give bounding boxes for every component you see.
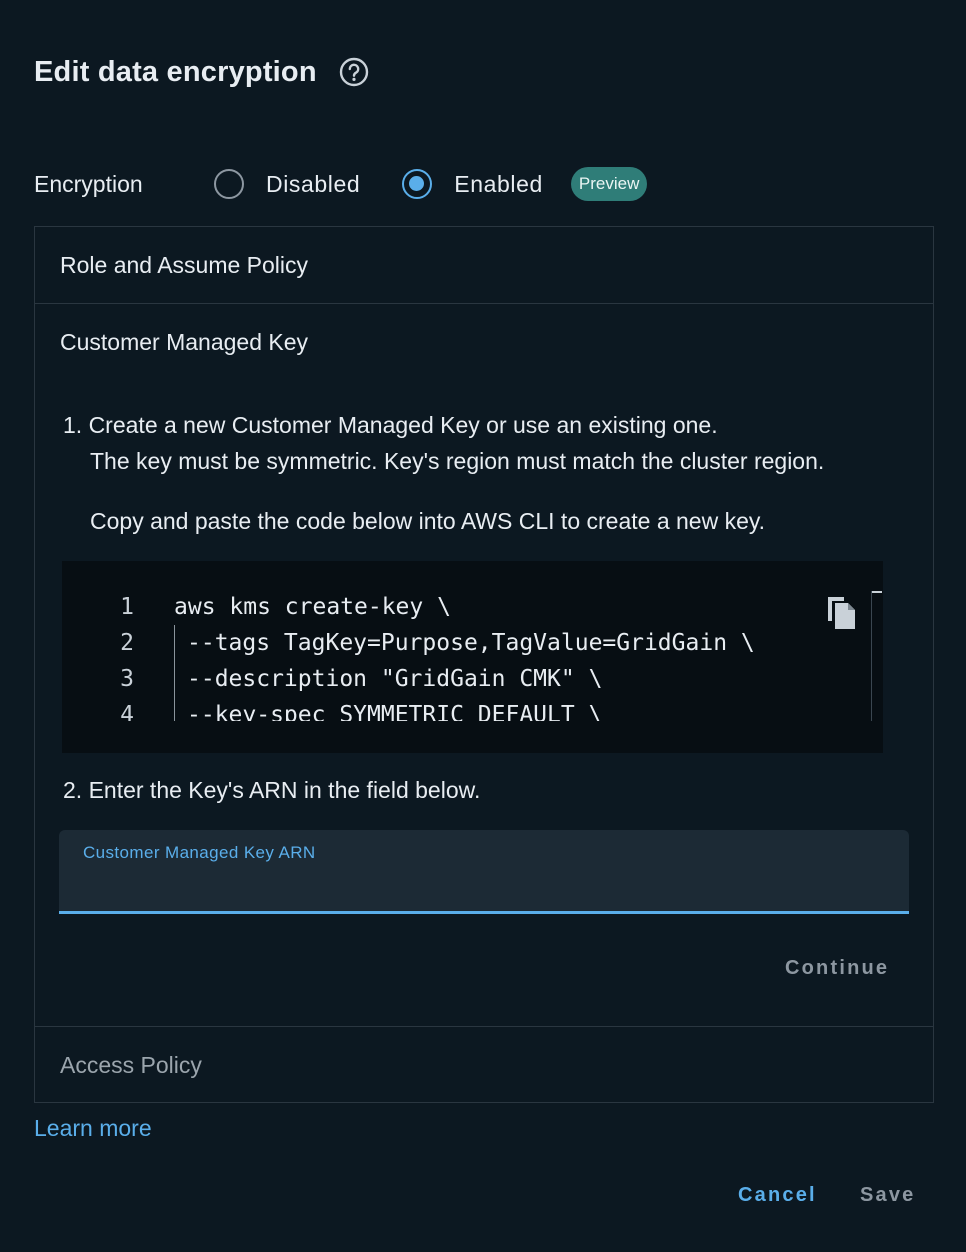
code-block: 1 aws kms create-key \ 2 --tags TagKey=P… [62, 561, 883, 753]
save-button[interactable]: Save [860, 1184, 916, 1207]
step1-line2: The key must be symmetric. Key's region … [90, 448, 825, 474]
section-customer-managed-key[interactable]: Customer Managed Key [35, 304, 933, 381]
arn-field[interactable]: Customer Managed Key ARN [59, 830, 909, 914]
code-scrollbar[interactable] [871, 591, 883, 721]
radio-enabled-label: Enabled [454, 170, 543, 197]
help-circle-icon[interactable] [339, 57, 369, 87]
code-line: 2 --tags TagKey=Purpose,TagValue=GridGai… [62, 625, 862, 661]
step1-line3: Copy and paste the code below into AWS C… [90, 508, 766, 534]
radio-enabled-circle[interactable] [402, 169, 433, 199]
code-scroll-thumb[interactable] [872, 591, 882, 593]
code-text: --tags TagKey=Purpose,TagValue=GridGain … [174, 625, 755, 661]
encryption-label: Encryption [34, 170, 143, 197]
cmk-step1-instructions: 1. Create a new Customer Managed Key or … [63, 407, 923, 539]
code-line: 4 --key-spec SYMMETRIC_DEFAULT \ [62, 697, 862, 721]
preview-badge: Preview [570, 167, 648, 201]
radio-enabled[interactable]: Enabled [402, 169, 543, 199]
code-line: 1 aws kms create-key \ [62, 589, 862, 625]
section-role-assume-policy[interactable]: Role and Assume Policy [35, 227, 933, 304]
arn-field-label: Customer Managed Key ARN [83, 843, 316, 862]
line-number: 1 [120, 594, 134, 620]
code-text: --key-spec SYMMETRIC_DEFAULT \ [174, 697, 602, 721]
code-text: --description "GridGain CMK" \ [174, 661, 602, 697]
title-row: Edit data encryption [34, 50, 369, 94]
line-number: 4 [120, 702, 134, 721]
learn-more-link[interactable]: Learn more [34, 1115, 152, 1142]
dialog-title: Edit data encryption [34, 55, 317, 88]
code-line: 3 --description "GridGain CMK" \ [62, 661, 862, 697]
code-text: aws kms create-key \ [174, 594, 451, 620]
edit-encryption-dialog: Edit data encryption Encryption Disabled… [0, 0, 966, 1252]
encryption-steps-panel: Role and Assume Policy Customer Managed … [34, 226, 934, 1103]
step1-line1: 1. Create a new Customer Managed Key or … [63, 412, 718, 438]
continue-button[interactable]: Continue [785, 957, 889, 980]
arn-input[interactable] [83, 870, 883, 904]
radio-disabled[interactable]: Disabled [214, 169, 360, 199]
line-number: 2 [120, 630, 134, 656]
line-number: 3 [120, 666, 134, 692]
copy-icon[interactable] [824, 593, 858, 631]
section-access-policy[interactable]: Access Policy [35, 1026, 933, 1103]
radio-disabled-label: Disabled [266, 170, 361, 197]
encryption-row: Encryption Disabled Enabled Preview [34, 164, 648, 204]
cmk-step2-instructions: 2. Enter the Key's ARN in the field belo… [63, 777, 481, 803]
code-lines: 1 aws kms create-key \ 2 --tags TagKey=P… [62, 589, 862, 721]
cancel-button[interactable]: Cancel [738, 1184, 817, 1207]
radio-disabled-circle[interactable] [214, 169, 244, 199]
